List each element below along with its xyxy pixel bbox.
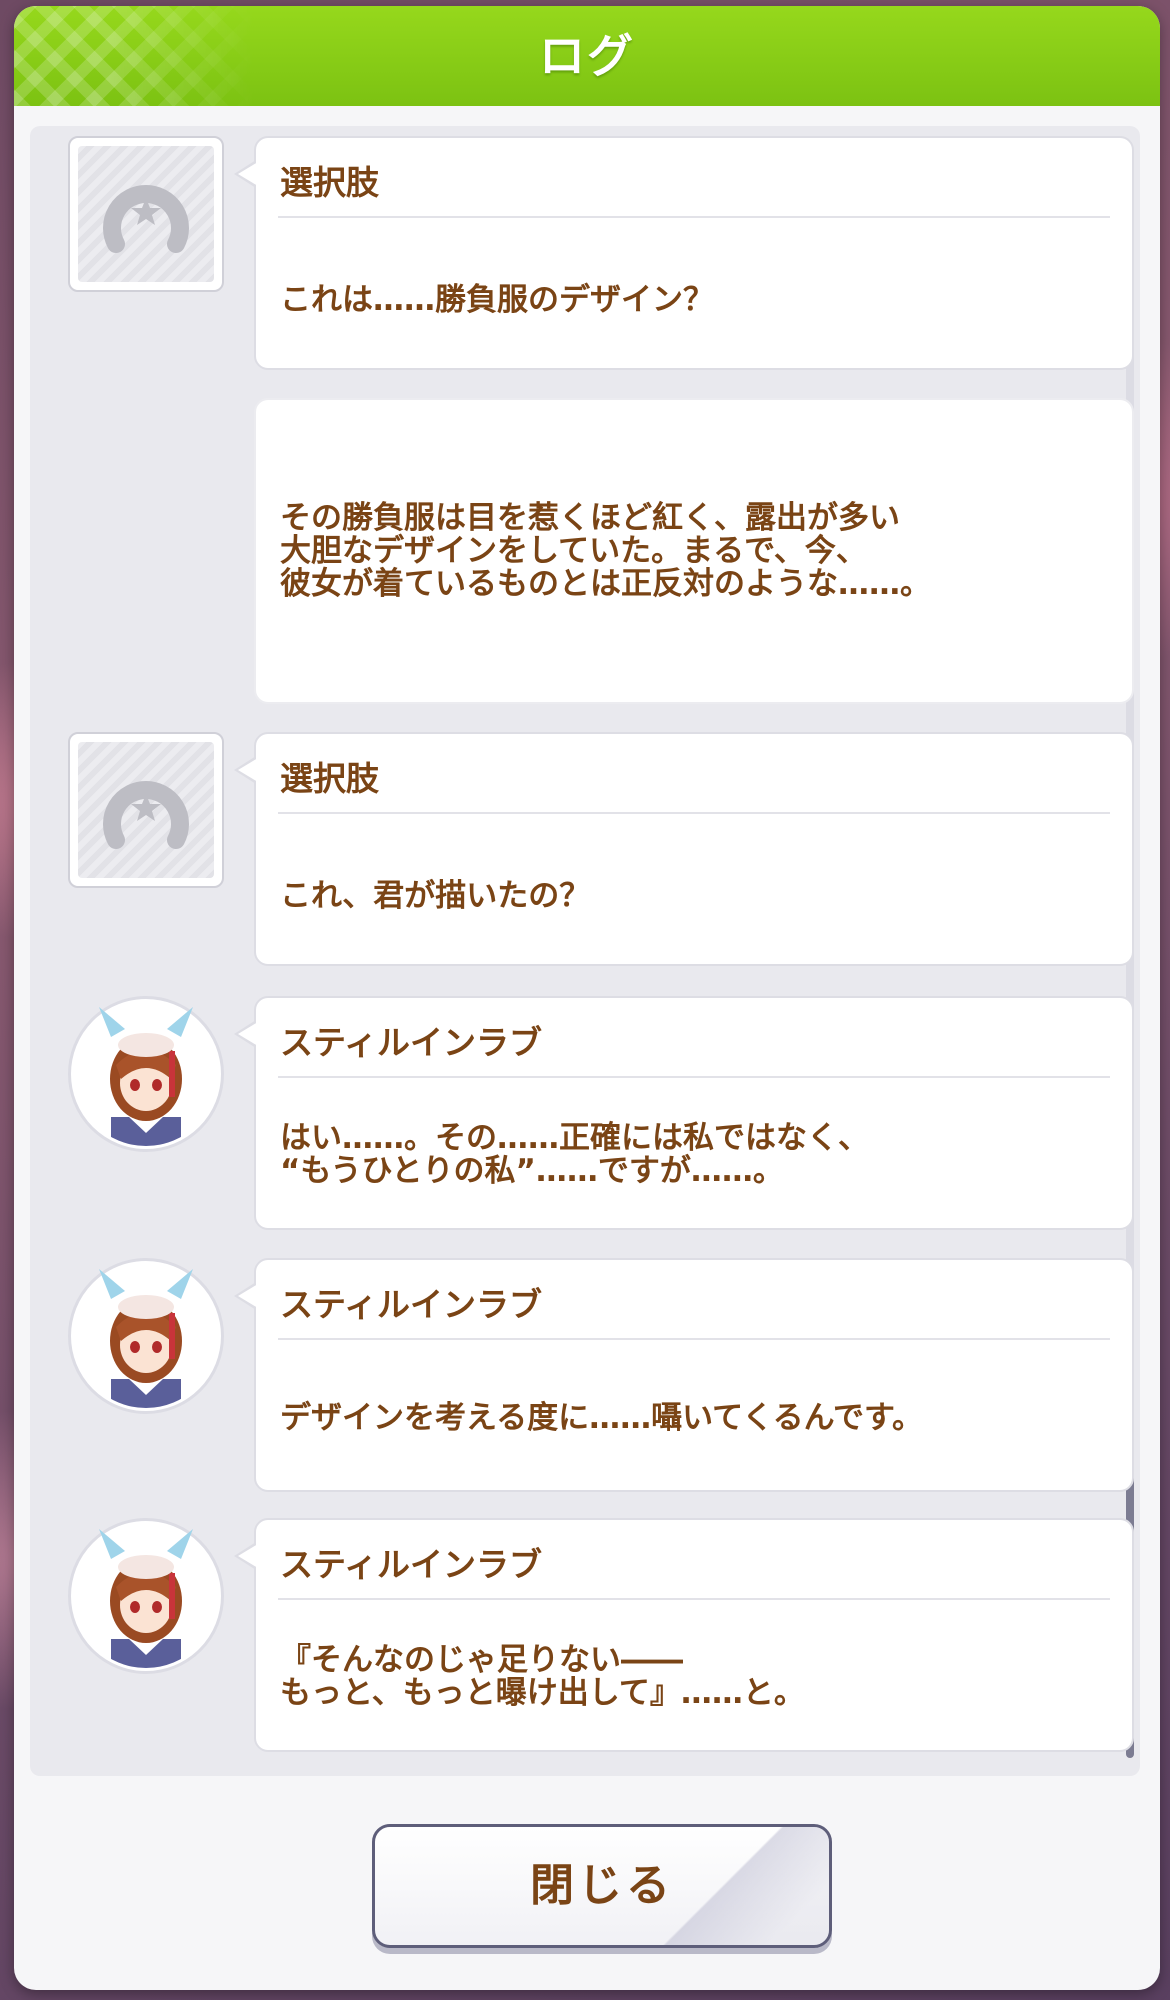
speaker-name: スティルインラブ: [280, 1545, 543, 1584]
character-avatar: [68, 1518, 224, 1674]
divider: [278, 1338, 1110, 1340]
message-text: これは……勝負服のデザイン？: [280, 282, 714, 318]
speaker-name: スティルインラブ: [280, 1285, 543, 1324]
close-button-label: 閉じる: [530, 1860, 674, 1911]
speaker-name: 選択肢: [280, 163, 379, 202]
speaker-name: 選択肢: [280, 759, 379, 798]
divider: [278, 216, 1110, 218]
log-entry-character: スティルインラブ デザインを考える度に……囁いてくるんです。: [234, 1258, 1134, 1492]
divider: [278, 1076, 1110, 1078]
message-text: 『そんなのじゃ足りない―― もっと、もっと曝け出して』……と。: [280, 1642, 805, 1711]
character-portrait-icon: [74, 1002, 218, 1146]
log-entry-choice: 選択肢 これ、君が描いたの？: [234, 732, 1134, 966]
dialog-title: ログ: [539, 29, 635, 83]
close-button[interactable]: 閉じる: [372, 1824, 832, 1948]
log-entry-character: スティルインラブ 『そんなのじゃ足りない―― もっと、もっと曝け出して』……と。: [234, 1518, 1134, 1752]
character-avatar: [68, 1258, 224, 1414]
horseshoe-icon: [103, 185, 189, 253]
message-text: これ、君が描いたの？: [280, 878, 591, 914]
log-dialog: ログ 選択肢 これは……勝負服のデザイン？ その勝負服は目を惹くほど紅く、露出が…: [14, 6, 1160, 1990]
character-avatar: [68, 996, 224, 1152]
log-entry-character: スティルインラブ はい……。その……正確には私ではなく、 “もうひとりの私”………: [234, 996, 1134, 1230]
log-entry-choice: 選択肢 これは……勝負服のデザイン？: [234, 136, 1134, 370]
speaker-name: スティルインラブ: [280, 1023, 543, 1062]
horseshoe-icon: [103, 781, 189, 849]
dialog-header: ログ: [14, 6, 1160, 106]
character-portrait-icon: [74, 1264, 218, 1408]
message-text: はい……。その……正確には私ではなく、 “もうひとりの私”……ですが……。: [280, 1120, 869, 1189]
log-entry-narration: その勝負服は目を惹くほど紅く、露出が多い 大胆なデザインをしていた。まるで、今、…: [254, 398, 1134, 704]
choice-icon: [68, 136, 224, 292]
message-text: その勝負服は目を惹くほど紅く、露出が多い 大胆なデザインをしていた。まるで、今、…: [280, 500, 931, 602]
character-portrait-icon: [74, 1524, 218, 1668]
divider: [278, 1598, 1110, 1600]
choice-icon: [68, 732, 224, 888]
message-text: デザインを考える度に……囁いてくるんです。: [280, 1400, 923, 1436]
divider: [278, 812, 1110, 814]
